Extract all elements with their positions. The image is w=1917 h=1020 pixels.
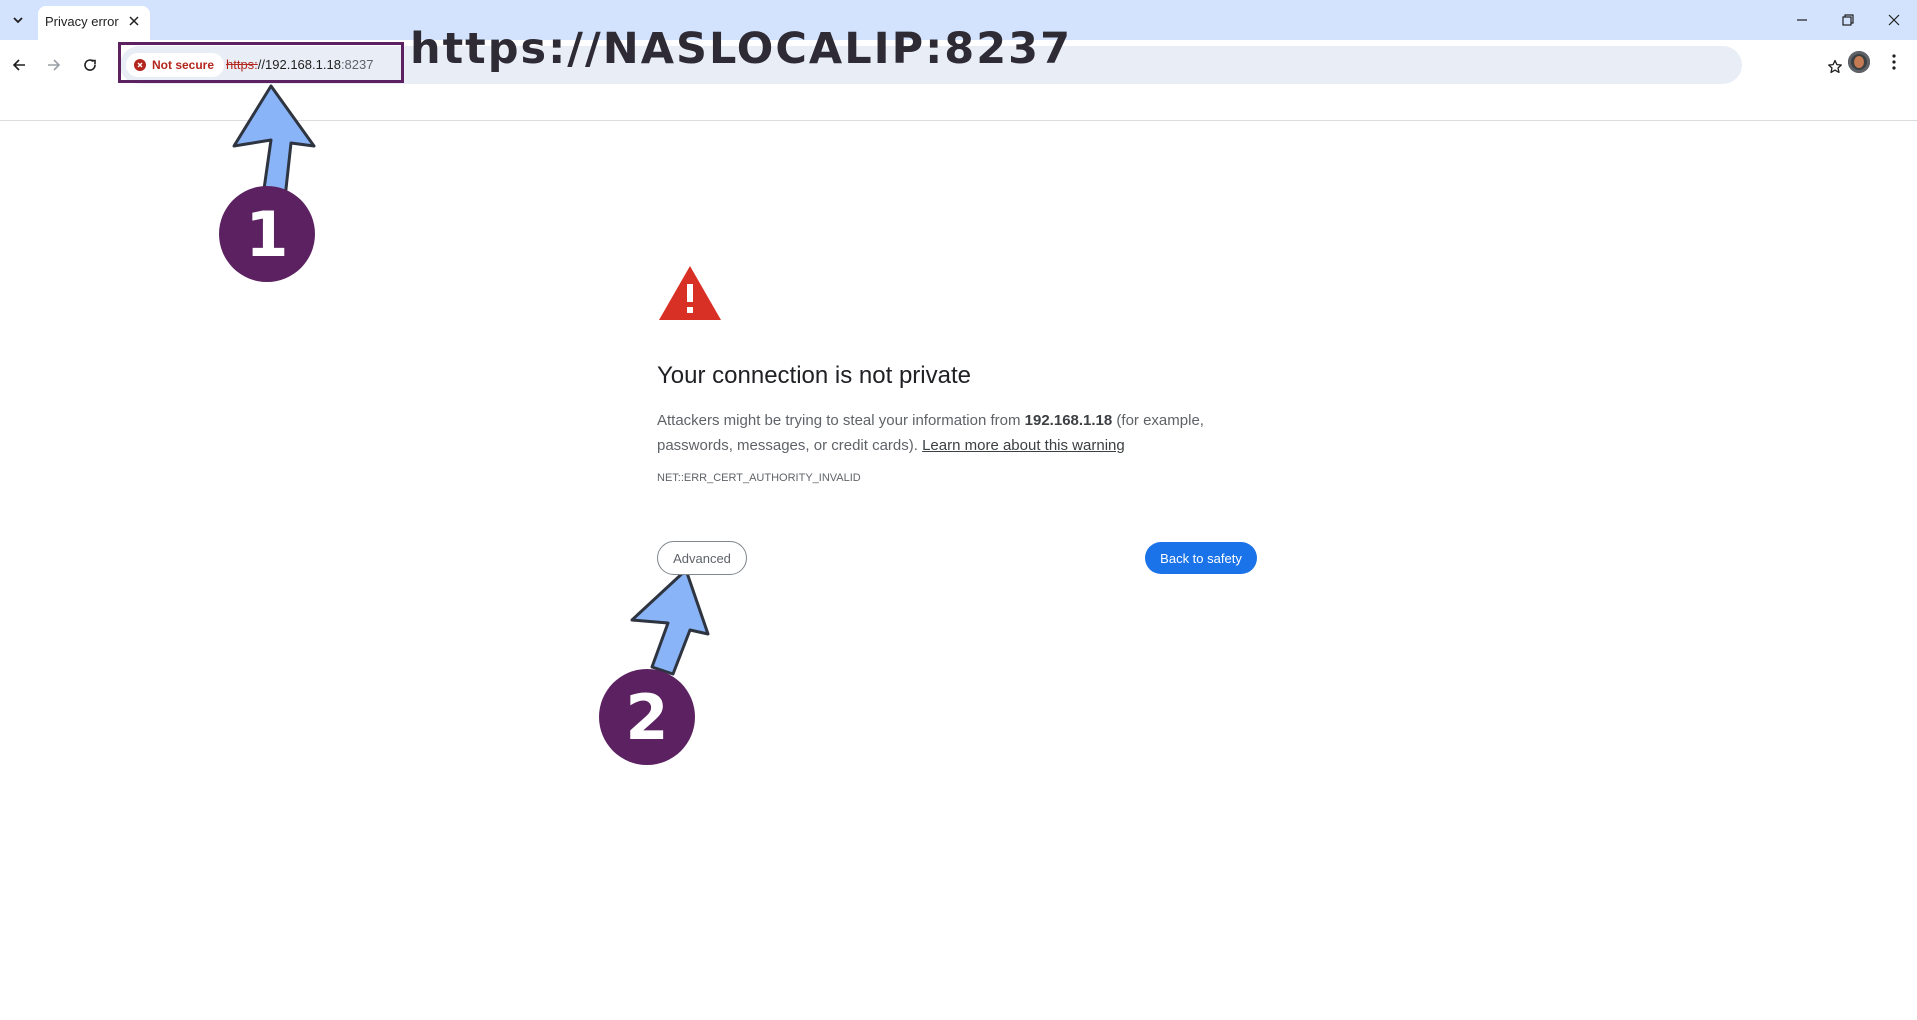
- back-arrow-icon: [12, 59, 25, 71]
- close-icon: [1888, 14, 1900, 26]
- learn-more-link[interactable]: Learn more about this warning: [922, 437, 1125, 454]
- close-icon: [129, 16, 139, 26]
- chevron-down-icon: [13, 17, 23, 24]
- minimize-icon: [1797, 19, 1807, 21]
- warning-triangle-icon: [659, 266, 721, 320]
- reload-icon: [84, 59, 96, 71]
- forward-button[interactable]: [39, 50, 69, 80]
- warning-description: Attackers might be trying to steal your …: [657, 408, 1257, 458]
- arrow-up-icon: [630, 568, 710, 676]
- page-title: Your connection is not private: [657, 362, 971, 389]
- forward-arrow-icon: [48, 59, 61, 71]
- url-overlay-text: https://NASLOCALIP:8237: [410, 24, 1072, 74]
- star-icon: [1828, 59, 1842, 74]
- back-to-safety-button[interactable]: Back to safety: [1145, 542, 1257, 574]
- restore-icon: [1842, 14, 1854, 26]
- error-code: NET::ERR_CERT_AUTHORITY_INVALID: [657, 472, 861, 484]
- minimize-button[interactable]: [1780, 0, 1824, 40]
- tab-privacy-error[interactable]: Privacy error: [38, 6, 150, 40]
- close-window-button[interactable]: [1872, 0, 1916, 40]
- back-button[interactable]: [4, 50, 34, 80]
- description-prefix: Attackers might be trying to steal your …: [657, 412, 1025, 429]
- browser-menu-button[interactable]: [1882, 50, 1906, 74]
- advanced-button[interactable]: Advanced: [657, 541, 747, 575]
- restore-button[interactable]: [1826, 0, 1870, 40]
- profile-avatar[interactable]: [1848, 51, 1870, 73]
- arrow-up-icon: [232, 84, 316, 200]
- tab-search-button[interactable]: [6, 8, 30, 32]
- tab-title: Privacy error: [45, 14, 119, 29]
- kebab-menu-icon: [1892, 54, 1896, 70]
- description-host: 192.168.1.18: [1024, 412, 1113, 429]
- url-highlight-box: [118, 42, 404, 83]
- tab-close-button[interactable]: [126, 13, 142, 29]
- step-1-badge: 1: [219, 186, 315, 282]
- reload-button[interactable]: [75, 50, 105, 80]
- bookmark-button[interactable]: [1822, 54, 1848, 80]
- step-2-badge: 2: [599, 669, 695, 765]
